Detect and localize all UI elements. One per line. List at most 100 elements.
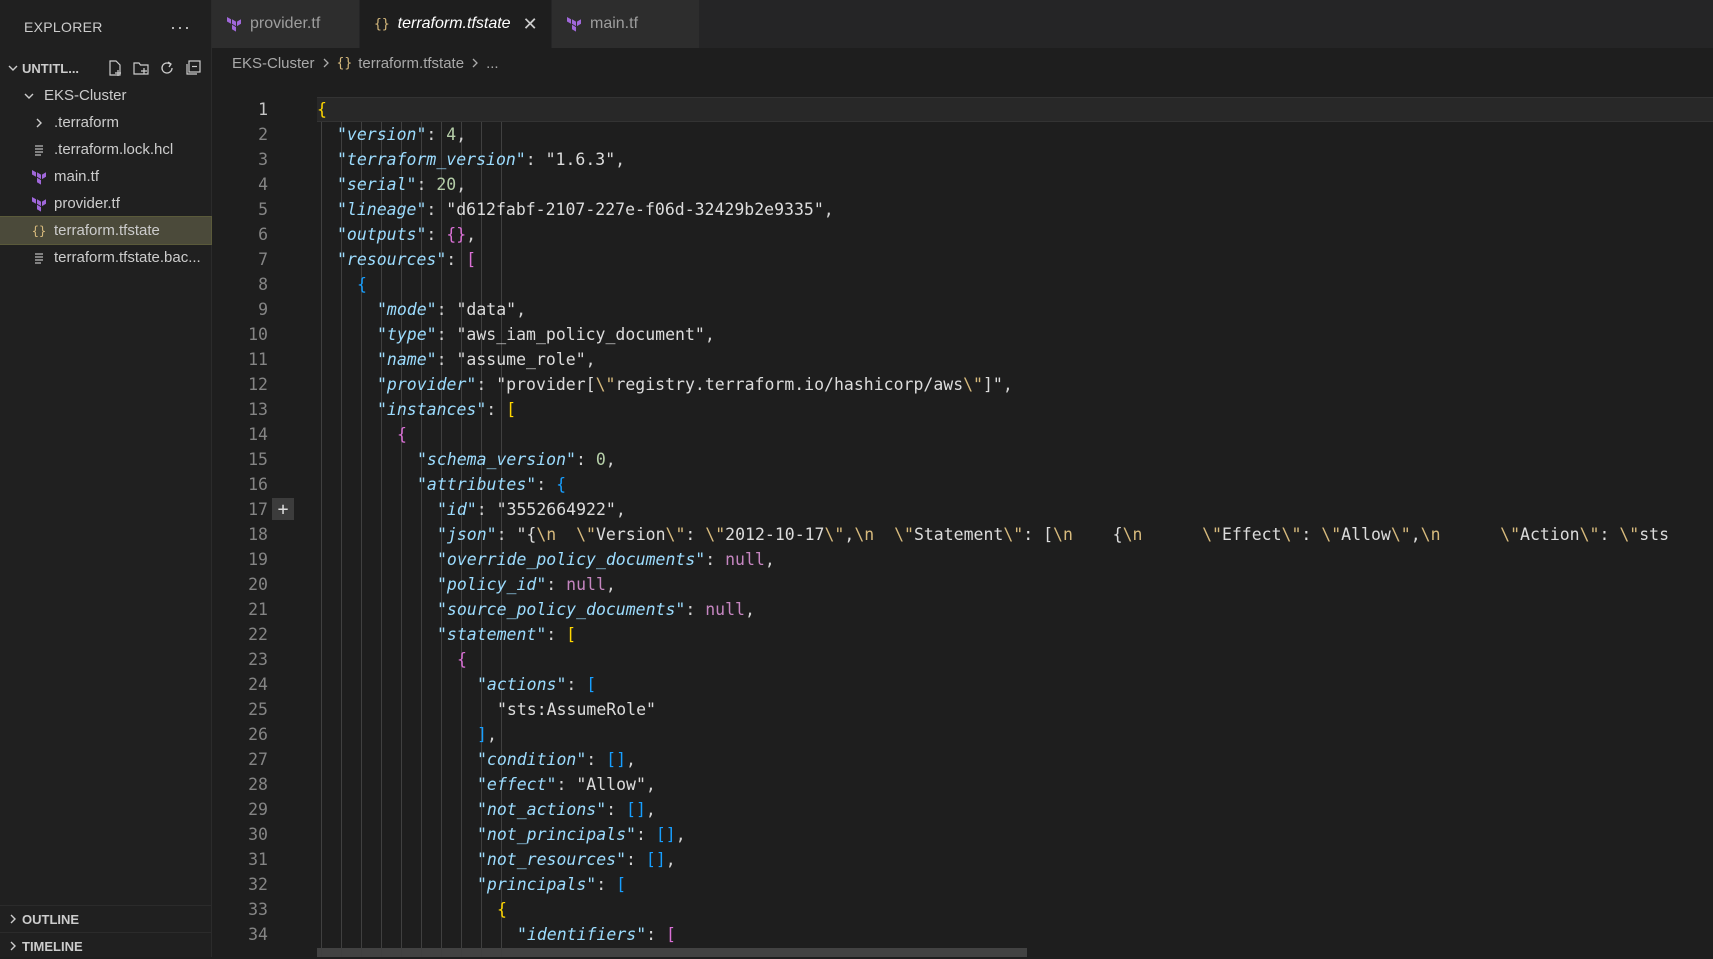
line-number: 3 (258, 150, 268, 169)
tab-terraform-tfstate[interactable]: {} terraform.tfstate ✕ (360, 0, 552, 48)
tree-item-label: terraform.tfstate.bac... (54, 249, 201, 266)
tree-item-label: terraform.tfstate (54, 222, 160, 239)
code-line[interactable]: 33 { (212, 897, 1713, 922)
code-line[interactable]: 12 "provider": "provider[\"registry.terra… (212, 372, 1713, 397)
code-text: "schema_version": 0, (417, 450, 616, 469)
json-icon: {} (374, 16, 390, 32)
code-line[interactable]: 11 "name": "assume_role", (212, 347, 1713, 372)
code-line[interactable]: 6 "outputs": {}, (212, 222, 1713, 247)
tree-item-label: main.tf (54, 168, 100, 185)
breadcrumb-more[interactable]: ... (486, 55, 499, 72)
refresh-icon[interactable] (157, 58, 177, 78)
close-icon[interactable]: ✕ (523, 14, 538, 35)
line-number: 8 (258, 275, 268, 294)
code-line[interactable]: 28 "effect": "Allow", (212, 772, 1713, 797)
code-line[interactable]: 15 "schema_version": 0, (212, 447, 1713, 472)
code-line[interactable]: 19 "override_policy_documents": null, (212, 547, 1713, 572)
terraform-icon (28, 196, 50, 212)
outline-section[interactable]: OUTLINE (0, 905, 211, 932)
code-line[interactable]: 23 { (212, 647, 1713, 672)
code-line[interactable]: 2 "version": 4, (212, 122, 1713, 147)
line-number: 19 (248, 550, 268, 569)
code-line[interactable]: 5 "lineage": "d612fabf-2107-227e-f06d-324… (212, 197, 1713, 222)
folder-eks-cluster[interactable]: EKS-Cluster (0, 82, 211, 109)
code-line[interactable]: 27 "condition": [], (212, 747, 1713, 772)
tree-item-tfstate-backup[interactable]: terraform.tfstate.bac... (0, 244, 211, 271)
tree-item-main-tf[interactable]: main.tf (0, 163, 211, 190)
terraform-icon (566, 16, 582, 32)
code-text: { (357, 275, 367, 294)
breadcrumb-file[interactable]: terraform.tfstate (358, 55, 464, 72)
code-line[interactable]: 4 "serial": 20, (212, 172, 1713, 197)
code-line[interactable]: 1{ (212, 97, 1713, 122)
tree-item-provider-tf[interactable]: provider.tf (0, 190, 211, 217)
workspace-header[interactable]: UNTITL... (0, 54, 211, 82)
code-line[interactable]: 8{ (212, 272, 1713, 297)
new-folder-icon[interactable] (131, 58, 151, 78)
tab-main-tf[interactable]: main.tf (552, 0, 700, 48)
code-line[interactable]: 32 "principals": [ (212, 872, 1713, 897)
code-text: "version": 4, (337, 125, 467, 144)
more-actions-icon[interactable]: ··· (170, 17, 191, 38)
code-text: "type": "aws_iam_policy_document", (377, 325, 715, 344)
code-text: "name": "assume_role", (377, 350, 596, 369)
line-number: 20 (248, 575, 268, 594)
code-line[interactable]: 22 "statement": [ (212, 622, 1713, 647)
code-text: "override_policy_documents": null, (437, 550, 775, 569)
code-text: "effect": "Allow", (477, 775, 656, 794)
code-line[interactable]: 9 "mode": "data", (212, 297, 1713, 322)
tree-item-terraform-folder[interactable]: .terraform (0, 109, 211, 136)
tree-item-terraform-tfstate[interactable]: {} terraform.tfstate (0, 216, 212, 245)
code-line[interactable]: 20 "policy_id": null, (212, 572, 1713, 597)
line-number: 33 (248, 900, 268, 919)
line-number: 29 (248, 800, 268, 819)
chevron-right-icon (4, 940, 22, 952)
add-comment-icon[interactable]: + (272, 498, 294, 520)
code-line[interactable]: 18 "json": "{\n \"Version\": \"2012-10-17… (212, 522, 1713, 547)
lines-file-icon (28, 144, 50, 156)
line-number: 6 (258, 225, 268, 244)
code-line[interactable]: 29 "not_actions": [], (212, 797, 1713, 822)
code-line[interactable]: 16 "attributes": { (212, 472, 1713, 497)
code-line[interactable]: 34 "identifiers": [ (212, 922, 1713, 947)
code-line[interactable]: 17 "id": "3552664922", + (212, 497, 1713, 522)
code-text: "outputs": {}, (337, 225, 477, 244)
line-number: 30 (248, 825, 268, 844)
code-line[interactable]: 30 "not_principals": [], (212, 822, 1713, 847)
code-line[interactable]: 25 "sts:AssumeRole" (212, 697, 1713, 722)
code-line[interactable]: 7 "resources": [ (212, 247, 1713, 272)
code-editor[interactable]: 1{2 "version": 4, 3 "terraform_version": "1… (212, 97, 1713, 957)
chevron-down-icon (18, 90, 40, 102)
tree-item-label: .terraform (54, 114, 120, 131)
code-line[interactable]: 21 "source_policy_documents": null, (212, 597, 1713, 622)
code-text: "serial": 20, (337, 175, 467, 194)
line-number: 5 (258, 200, 268, 219)
tree-item-label: .terraform.lock.hcl (54, 141, 174, 158)
code-line[interactable]: 31 "not_resources": [], (212, 847, 1713, 872)
breadcrumb-folder[interactable]: EKS-Cluster (232, 55, 315, 72)
tree-item-lock-hcl[interactable]: .terraform.lock.hcl (0, 136, 211, 163)
tab-provider-tf[interactable]: provider.tf (212, 0, 360, 48)
code-line[interactable]: 24 "actions": [ (212, 672, 1713, 697)
line-number: 15 (248, 450, 268, 469)
line-number: 13 (248, 400, 268, 419)
code-line[interactable]: 13 "instances": [ (212, 397, 1713, 422)
json-icon: {} (31, 223, 47, 238)
line-number: 28 (248, 775, 268, 794)
code-line[interactable]: 3 "terraform_version": "1.6.3", (212, 147, 1713, 172)
code-text: "json": "{\n \"Version\": \"2012-10-17\"… (437, 525, 1670, 544)
line-number: 27 (248, 750, 268, 769)
tab-bar: provider.tf {} terraform.tfstate ✕ main.… (212, 0, 1713, 48)
line-number: 10 (248, 325, 268, 344)
line-number: 12 (248, 375, 268, 394)
horizontal-scrollbar[interactable] (317, 948, 1027, 957)
timeline-section[interactable]: TIMELINE (0, 932, 211, 959)
code-line[interactable]: 10 "type": "aws_iam_policy_document", (212, 322, 1713, 347)
tab-label: provider.tf (250, 15, 321, 32)
line-number: 18 (248, 525, 268, 544)
code-line[interactable]: 14 { (212, 422, 1713, 447)
new-file-icon[interactable] (105, 58, 125, 78)
code-line[interactable]: 26], (212, 722, 1713, 747)
collapse-all-icon[interactable] (183, 58, 203, 78)
code-text: "condition": [], (477, 750, 636, 769)
